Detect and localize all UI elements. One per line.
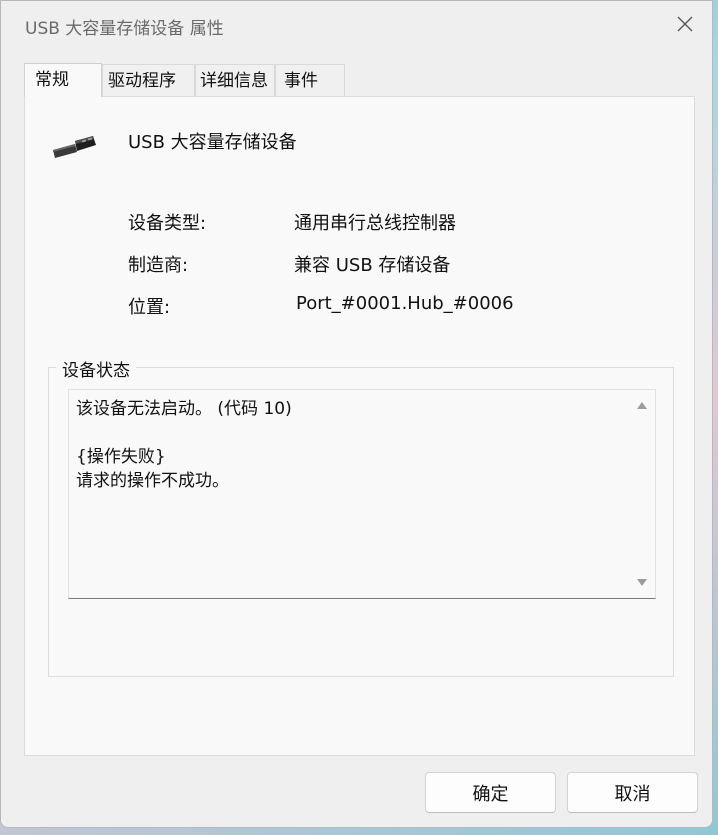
tab-details[interactable]: 详细信息: [195, 64, 275, 97]
window-title: USB 大容量存储设备 属性: [25, 19, 224, 39]
tab-events[interactable]: 事件: [275, 64, 345, 97]
status-scrollbar[interactable]: [629, 390, 655, 598]
close-button[interactable]: [672, 11, 698, 37]
location-label: 位置:: [128, 297, 171, 318]
tab-general[interactable]: 常规: [24, 63, 102, 97]
cancel-button[interactable]: 取消: [567, 772, 698, 813]
close-icon: [677, 16, 693, 32]
device-type-label: 设备类型:: [128, 213, 207, 234]
device-name: USB 大容量存储设备: [128, 132, 297, 153]
tab-driver[interactable]: 驱动程序: [102, 64, 195, 97]
scroll-up-arrow-icon[interactable]: [637, 402, 647, 409]
scroll-down-arrow-icon[interactable]: [637, 579, 647, 586]
manufacturer-row: 制造商: 兼容 USB 存储设备: [128, 251, 628, 277]
manufacturer-value: 兼容 USB 存储设备: [294, 255, 451, 276]
tab-bar: 常规 驱动程序 详细信息 事件: [24, 63, 345, 97]
location-value: Port_#0001.Hub_#0006: [296, 293, 514, 314]
device-status-label: 设备状态: [56, 356, 136, 381]
device-type-value: 通用串行总线控制器: [294, 213, 456, 234]
manufacturer-label: 制造商:: [128, 255, 189, 276]
device-status-textbox[interactable]: 该设备无法启动。 (代码 10) {操作失败} 请求的操作不成功。: [68, 389, 656, 599]
device-type-row: 设备类型: 通用串行总线控制器: [128, 209, 628, 235]
device-status-text: 该设备无法启动。 (代码 10) {操作失败} 请求的操作不成功。: [76, 399, 292, 491]
usb-plug-icon: [53, 136, 96, 158]
ok-button[interactable]: 确定: [425, 772, 556, 813]
title-bar: USB 大容量存储设备 属性: [1, 1, 712, 47]
properties-dialog: USB 大容量存储设备 属性 常规 驱动程序 详细信息 事件 USB 大容量存储…: [0, 0, 713, 828]
device-status-group: 设备状态 该设备无法启动。 (代码 10) {操作失败} 请求的操作不成功。: [48, 356, 674, 677]
general-tab-panel: USB 大容量存储设备 设备类型: 通用串行总线控制器 制造商: 兼容 USB …: [24, 96, 695, 756]
location-row: 位置: Port_#0001.Hub_#0006: [128, 293, 628, 319]
